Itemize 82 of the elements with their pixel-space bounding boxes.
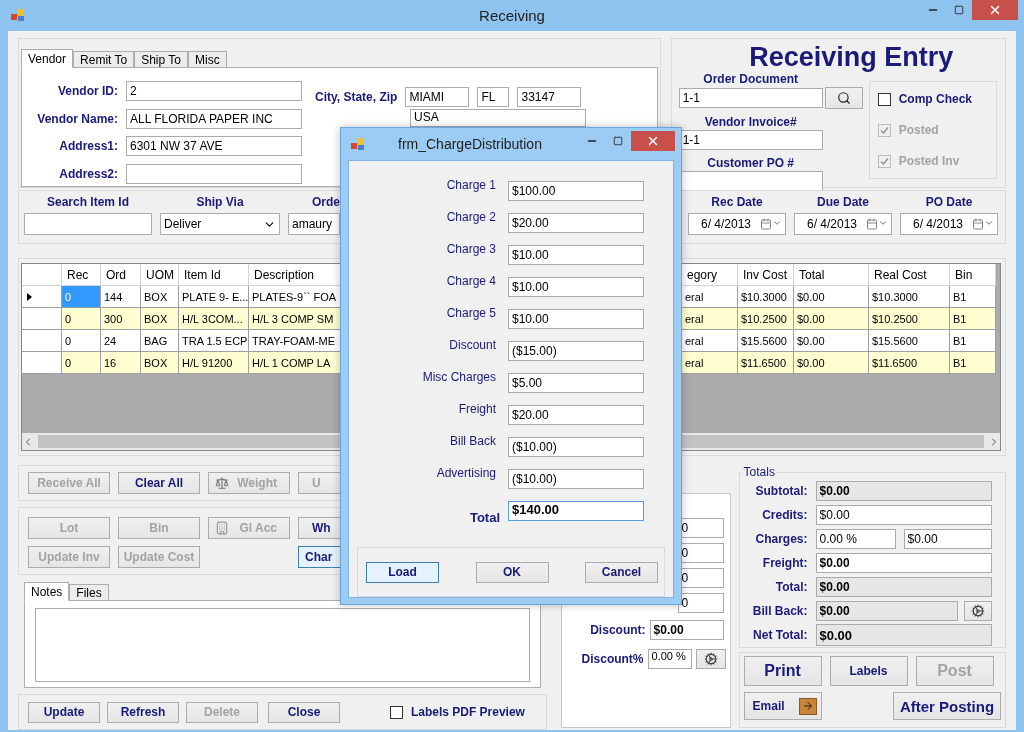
table-cell: $10.3000	[869, 286, 950, 308]
table-cell: $10.2500	[869, 308, 950, 330]
table-cell: TRAY-FOAM-ME	[249, 330, 343, 352]
field-label: Vendor ID:	[57, 83, 118, 98]
table-cell: 0	[62, 330, 101, 352]
charge-label: Charge 3	[445, 241, 496, 256]
table-cell: $10.3000	[738, 286, 794, 308]
field-label: Freight:	[761, 556, 808, 570]
table-cell: B1	[950, 352, 996, 374]
field-label: Total:	[774, 580, 808, 594]
field-label: PO Date	[925, 195, 973, 209]
table-cell: B1	[950, 286, 996, 308]
field-label: Order Document	[702, 72, 799, 86]
charge-label: Charge 5	[445, 305, 496, 320]
table-cell: 0	[62, 308, 101, 330]
table-cell: 0	[62, 286, 101, 308]
checkbox-label: Posted Inv	[898, 154, 960, 168]
field-label: Credits:	[761, 508, 808, 522]
field-label: Customer PO #	[706, 156, 795, 170]
table-cell: eral	[682, 308, 738, 330]
table-cell: BOX	[141, 352, 179, 374]
charge-label: Freight	[457, 401, 496, 416]
table-cell: TRA 1.5 ECP	[179, 330, 249, 352]
table-cell: BAG	[141, 330, 179, 352]
charge-label: Discount	[448, 337, 496, 352]
field-label: Address2:	[58, 167, 118, 182]
table-cell: H/L 91200	[179, 352, 249, 374]
table-cell: 300	[101, 308, 141, 330]
field-label: Address1:	[58, 139, 118, 154]
table-cell: eral	[682, 352, 738, 374]
field-label: Vendor Invoice#	[703, 115, 798, 129]
table-cell: BOX	[141, 286, 179, 308]
field-label: Due Date	[817, 195, 869, 209]
table-cell: B1	[950, 308, 996, 330]
table-cell: B1	[950, 330, 996, 352]
checkbox-label: Comp Check	[898, 92, 973, 106]
field-label: City, State, Zip	[315, 90, 398, 104]
table-cell: PLATES-9`` FOA	[249, 286, 343, 308]
table-cell: $15.5600	[738, 330, 794, 352]
table-cell: 0	[62, 352, 101, 374]
table-cell: PLATE 9- E...	[179, 286, 249, 308]
table-cell: eral	[682, 330, 738, 352]
field-label: Subtotal:	[754, 484, 808, 498]
checkbox-label: Labels PDF Preview	[410, 705, 525, 719]
table-cell: 16	[101, 352, 141, 374]
table-cell: H/L 3COM...	[179, 308, 249, 330]
table-cell: $15.5600	[869, 330, 950, 352]
table-cell: BOX	[141, 308, 179, 330]
checkbox-label: Posted	[898, 123, 939, 137]
table-cell: 144	[101, 286, 141, 308]
field-label: Discount:	[590, 623, 646, 637]
table-cell: $10.2500	[738, 308, 794, 330]
table-cell: eral	[682, 286, 738, 308]
field-label: Rec Date	[711, 195, 763, 209]
table-cell: H/L 1 COMP LA	[249, 352, 343, 374]
dialog-title: frm_ChargeDistribution	[398, 136, 542, 152]
field-label: Net Total:	[752, 628, 808, 642]
table-cell: $0.00	[794, 330, 869, 352]
group-title: Totals	[742, 465, 776, 479]
field-label: Discount%	[581, 652, 644, 666]
charge-label: Misc Charges	[421, 369, 496, 384]
charge-label: Charge 4	[445, 273, 496, 288]
table-cell: $11.6500	[869, 352, 950, 374]
window-title: Receiving	[479, 7, 545, 24]
charge-label: Charge 2	[445, 209, 496, 224]
table-cell: 24	[101, 330, 141, 352]
charge-label: Charge 1	[445, 177, 496, 192]
table-cell: H/L 3 COMP SM	[249, 308, 343, 330]
field-label: Charges:	[754, 532, 808, 546]
table-cell: $11.6500	[738, 352, 794, 374]
total-label: Total	[468, 510, 500, 527]
field-label: Orde	[312, 195, 340, 209]
field-label: Vendor Name:	[36, 111, 118, 126]
table-cell: $0.00	[794, 286, 869, 308]
field-label: Search Item Id	[47, 195, 129, 209]
table-cell: $0.00	[794, 352, 869, 374]
charge-label: Bill Back	[449, 433, 496, 448]
field-label: Ship Via	[196, 195, 244, 209]
form-title: Receiving Entry	[748, 42, 955, 72]
field-label: Bill Back:	[751, 604, 808, 618]
charge-label: Advertising	[435, 465, 496, 480]
table-cell: $0.00	[794, 308, 869, 330]
